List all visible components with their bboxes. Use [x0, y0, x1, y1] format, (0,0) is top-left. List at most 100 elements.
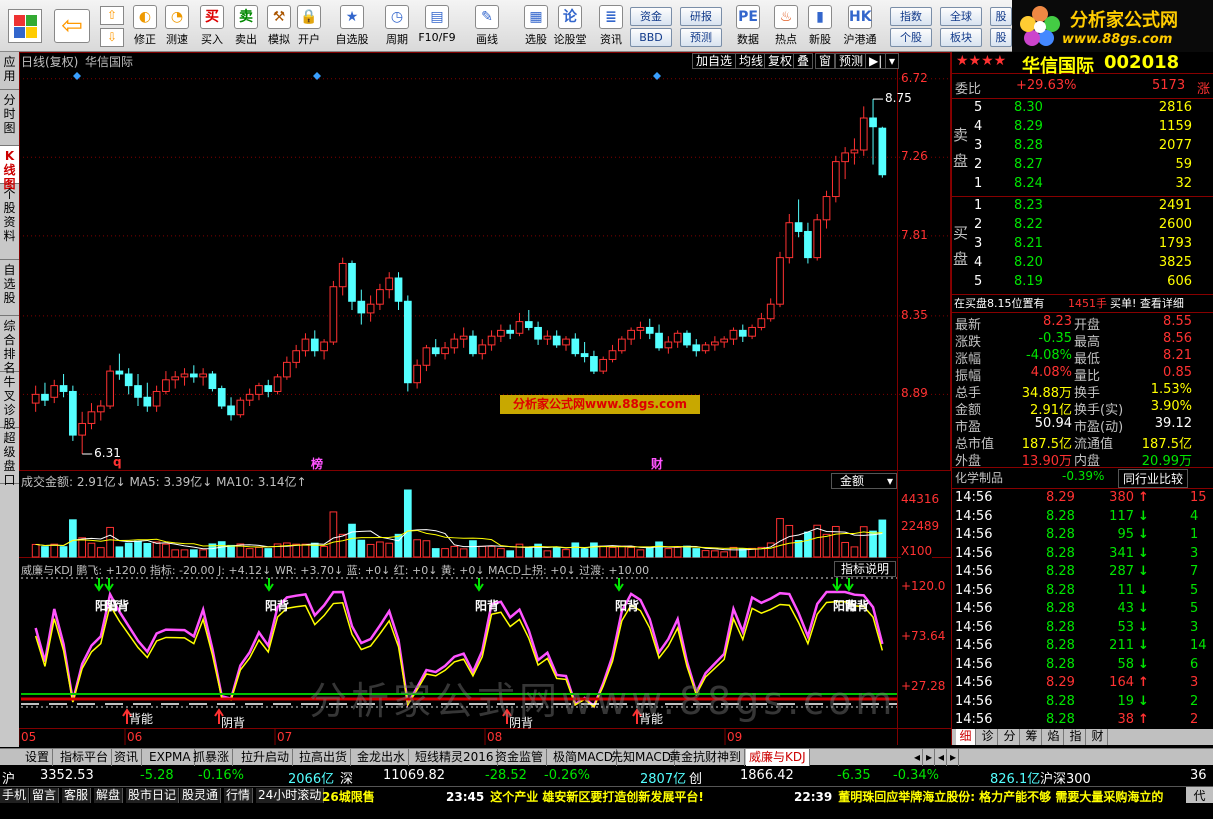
buy-level-row[interactable]: 5 8.19 606 — [952, 274, 1192, 291]
f10-button[interactable]: ▤ F10/F9 — [415, 4, 459, 50]
toolbar-small-button[interactable]: 板块 — [940, 28, 982, 47]
sell-level-row[interactable]: 3 8.28 2077 — [952, 138, 1192, 155]
left-tab-4[interactable]: 自选股 — [0, 260, 19, 316]
chart-header-button-3[interactable]: 叠 — [793, 53, 814, 69]
sim-button[interactable]: ⚒ 模拟 — [262, 4, 296, 50]
quote-subtab[interactable]: 筹 — [1022, 729, 1042, 745]
up-arrow-icon[interactable]: ⇧ — [100, 6, 124, 25]
news-item[interactable]: 26城限售 — [322, 788, 375, 805]
buy-level-row[interactable]: 4 8.20 3825 — [952, 255, 1192, 272]
chart-header-button-1[interactable]: 均线 — [735, 53, 768, 69]
buy-order-note[interactable]: 在买盘8.15位置有 1451手 买单! 查看详细 — [952, 295, 1192, 312]
indicator-tab[interactable]: 拉升启动 — [238, 749, 294, 766]
toolbar-small-button[interactable]: 个股 — [890, 28, 932, 47]
kline-chart-panel[interactable]: 日线(复权) 华信国际 加自选 均线 复权叠窗预测 ▶| ▾ 8.89 8.35 7.81 7… — [19, 52, 951, 745]
left-tab-0[interactable]: 应用 — [0, 52, 19, 90]
data-button[interactable]: PE 数据 — [731, 4, 765, 50]
chart-menu-chevron-icon[interactable]: ▾ — [885, 53, 900, 69]
note-link[interactable]: 买单! 查看详细 — [1110, 295, 1184, 311]
indicator-tab[interactable]: 拉高出货 — [296, 749, 352, 766]
news-tab[interactable]: 客服 — [62, 788, 92, 803]
toolbar-small-button[interactable]: 全球 — [940, 7, 982, 26]
left-tab-2[interactable]: K线图 — [0, 146, 19, 191]
indicator-tab[interactable]: EXPMA — [146, 749, 195, 766]
sell-button[interactable]: 卖卖出 — [229, 4, 263, 50]
left-tab-7[interactable]: 超级盘口 — [0, 428, 19, 487]
industry-compare-button[interactable]: 同行业比较 — [1118, 469, 1189, 488]
news-tab[interactable]: 手机 — [0, 788, 30, 803]
toolbar-small-button[interactable]: 指数 — [890, 7, 932, 26]
indicator-tab[interactable]: 黄金抗财神到 — [666, 749, 746, 766]
indicator-tab[interactable]: 指标平台 — [57, 749, 113, 766]
indicator-tab[interactable]: 威廉与KDJ — [746, 749, 810, 766]
left-tab-1[interactable]: 分时图 — [0, 90, 19, 146]
toolbar-small-button[interactable]: 股 — [990, 7, 1012, 26]
industry-row[interactable]: 化学制品 -0.39% 同行业比较 — [952, 469, 1192, 488]
quote-subtab[interactable]: 财 — [1088, 729, 1108, 745]
buy-level-row[interactable]: 1 8.23 2491 — [952, 198, 1192, 215]
news-item[interactable]: 23:45 这个产业 雄安新区要打造创新发展平台! — [446, 788, 704, 805]
quote-subtab[interactable]: 细 — [956, 729, 976, 745]
select-button[interactable]: ▦ 选股 — [514, 4, 558, 50]
chart-header-button-5[interactable]: 预测 — [835, 53, 868, 69]
draw-button[interactable]: ✎ 画线 — [465, 4, 509, 50]
buy-level-row[interactable]: 3 8.21 1793 — [952, 236, 1192, 253]
event-marker[interactable]: 财 — [651, 455, 663, 472]
newstock-button[interactable]: ▮ 新股 — [803, 4, 837, 50]
indicator-tab[interactable]: 短线精灵2016 — [412, 749, 498, 766]
indicator-tab[interactable]: 抓暴涨 — [190, 749, 234, 766]
chart-header-button-0[interactable]: 加自选 — [692, 53, 737, 69]
news-tab[interactable]: 行情 — [224, 788, 254, 803]
indicator-help-button[interactable]: 指标说明 — [834, 561, 896, 577]
kline-chart-svg[interactable] — [19, 52, 951, 745]
sell-level-row[interactable]: 1 8.24 32 — [952, 176, 1192, 193]
open-button[interactable]: 🔒 开户 — [292, 4, 326, 50]
down-arrow-icon[interactable]: ⇩ — [100, 28, 124, 47]
sell-level-row[interactable]: 2 8.27 59 — [952, 157, 1192, 174]
buy-button[interactable]: 买买入 — [195, 4, 229, 50]
indicator-tab[interactable]: 资金监管 — [492, 749, 548, 766]
volume-selector[interactable]: 金额 ▾ — [831, 473, 897, 489]
zxg-button[interactable]: ★ 自选股 — [330, 4, 374, 50]
scroll-arrow-icon[interactable]: ▸ — [924, 749, 936, 766]
sell-level-row[interactable]: 5 8.30 2816 — [952, 100, 1192, 117]
lunguang-button[interactable]: 论论股堂 — [553, 4, 587, 50]
toolbar-small-button[interactable]: 资金 — [630, 7, 672, 26]
toolbar-speedtest-button[interactable]: ◔ 测速 — [160, 4, 194, 50]
app-logo-icon[interactable] — [8, 9, 42, 43]
chart-header-button-2[interactable]: 复权 — [764, 53, 797, 69]
left-tab-6[interactable]: 牛叉诊股 — [0, 372, 19, 431]
back-arrow-icon[interactable]: ⇦ — [54, 9, 90, 43]
scroll-arrow-icon[interactable]: ◂ — [912, 749, 924, 766]
news-button[interactable]: ≣ 资讯 — [594, 4, 628, 50]
news-tab[interactable]: 留言 — [30, 788, 60, 803]
news-expand-icon[interactable]: 代 — [1186, 787, 1213, 803]
toolbar-small-button[interactable]: 预测 — [680, 28, 722, 47]
indicator-tab[interactable]: 设置 — [22, 749, 54, 766]
event-marker[interactable]: 榜 — [311, 455, 323, 472]
sell-level-row[interactable]: 4 8.29 1159 — [952, 119, 1192, 136]
toolbar-small-button[interactable]: 股 — [990, 28, 1012, 47]
quote-subtab[interactable]: 诊 — [978, 729, 998, 745]
event-marker[interactable]: q — [113, 455, 122, 469]
indicator-tab[interactable]: 金龙出水 — [354, 749, 410, 766]
hot-button[interactable]: ♨ 热点 — [769, 4, 803, 50]
chart-header-button-6[interactable]: ▶| — [865, 53, 887, 69]
news-item[interactable]: 22:39 董明珠回应举牌海立股份: 格力产能不够 需要大量采购海立的 — [794, 788, 1163, 805]
indicator-tab[interactable]: 极简MACD — [550, 749, 617, 766]
buy-level-row[interactable]: 2 8.22 2600 — [952, 217, 1192, 234]
left-tab-3[interactable]: 个股资料 — [0, 184, 19, 260]
quote-subtab[interactable]: 分 — [1000, 729, 1020, 745]
scroll-arrow-icon[interactable]: ◂ — [936, 749, 948, 766]
news-tab[interactable]: 股灵通 — [180, 788, 222, 803]
indicator-tab[interactable]: 资讯 — [111, 749, 143, 766]
toolbar-small-button[interactable]: BBD — [630, 28, 672, 47]
period-button[interactable]: ◷ 周期 — [375, 4, 419, 50]
scroll-arrow-icon[interactable]: ▸ — [948, 749, 960, 766]
news-tab[interactable]: 解盘 — [94, 788, 124, 803]
news-tab[interactable]: 24小时滚动 — [256, 788, 325, 803]
chart-header-button-4[interactable]: 窗 — [815, 53, 836, 69]
indicator-tab[interactable]: 先知MACD — [608, 749, 675, 766]
hkconnect-button[interactable]: HK 沪港通 — [838, 4, 882, 50]
left-tab-5[interactable]: 综合排名 — [0, 316, 19, 375]
